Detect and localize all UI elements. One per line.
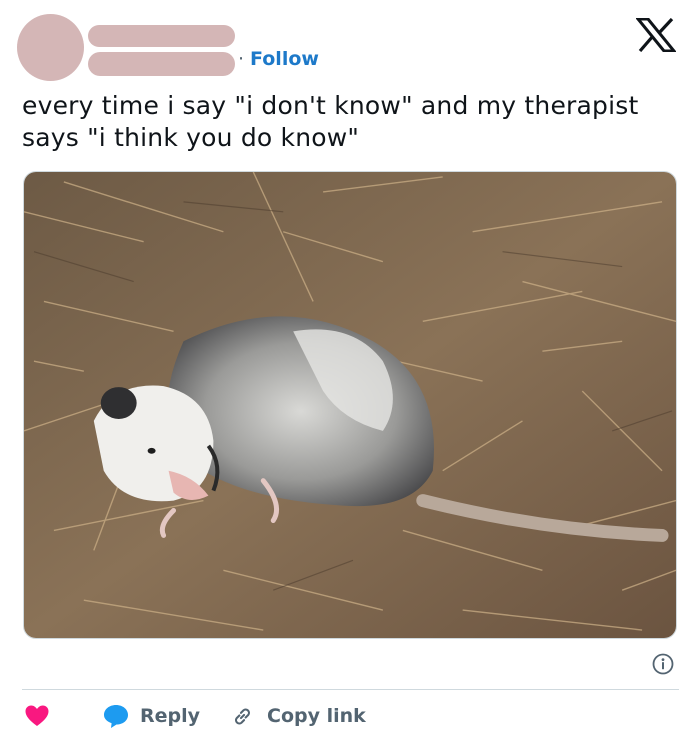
follow-separator: · [238, 48, 245, 70]
heart-icon[interactable] [24, 703, 50, 729]
link-icon[interactable] [230, 704, 255, 729]
reply-button[interactable]: Reply [140, 705, 200, 727]
follow-row: · Follow [238, 47, 319, 71]
divider [22, 689, 679, 690]
post-text: every time i say "i don't know" and my t… [22, 90, 672, 154]
action-bar: Reply Copy link [24, 700, 366, 732]
x-logo-icon[interactable] [636, 18, 676, 52]
display-name-placeholder[interactable] [88, 25, 235, 47]
post-text-line-1: every time i say "i don't know" and my t… [22, 91, 639, 120]
opossum-photo [24, 172, 676, 638]
post-text-line-2: says "i think you do know" [22, 123, 360, 152]
avatar[interactable] [17, 14, 84, 81]
info-icon[interactable] [652, 653, 674, 675]
follow-button[interactable]: Follow [250, 47, 319, 71]
copy-link-button[interactable]: Copy link [267, 705, 366, 727]
handle-placeholder[interactable] [88, 52, 235, 76]
reply-icon[interactable] [102, 702, 130, 730]
post-image[interactable] [23, 171, 677, 639]
